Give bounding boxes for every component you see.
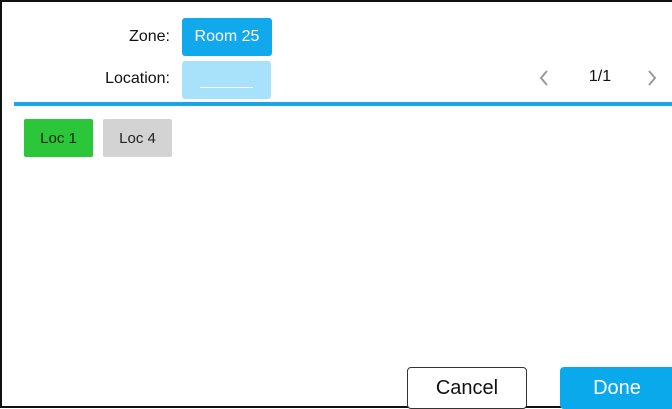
location-option-loc-4[interactable]: Loc 4 [103,119,172,157]
dialog: Zone: Room 25 Location: 1/1 Loc 1 Loc 4 … [0,0,672,409]
chevron-right-icon [648,70,657,86]
location-field[interactable] [182,61,271,99]
pager-prev-button[interactable] [532,64,556,92]
location-field-underline [200,87,253,88]
pager-next-button[interactable] [640,64,664,92]
dialog-top-edge [4,4,672,7]
pager-indicator: 1/1 [588,68,612,85]
zone-label: Zone: [129,28,170,45]
location-label: Location: [105,70,170,87]
location-option-loc-1[interactable]: Loc 1 [24,119,93,157]
zone-select-button[interactable]: Room 25 [182,18,272,56]
section-divider [14,102,672,106]
cancel-button[interactable]: Cancel [407,367,527,409]
chevron-left-icon [539,70,548,86]
done-button[interactable]: Done [560,367,672,409]
